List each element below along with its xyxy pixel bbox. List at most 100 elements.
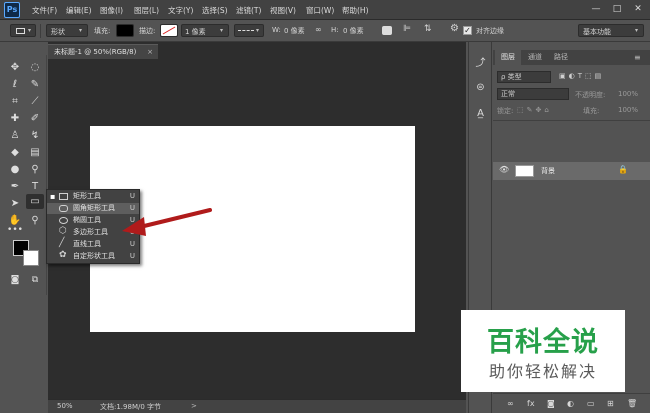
tab-channels[interactable]: 通道 (522, 50, 548, 65)
flyout-item-label: 矩形工具 (73, 192, 101, 200)
layer-row-background[interactable]: 👁 背景 🔒 (493, 162, 650, 180)
path-selection-tool-icon[interactable]: ➤ (6, 196, 24, 211)
minimize-button[interactable]: — (588, 2, 604, 16)
layer-style-icon[interactable]: fx (527, 399, 535, 408)
document-tab[interactable]: 未标题-1 @ 50%(RGB/8) × (48, 44, 158, 59)
quick-mask-icon[interactable]: ◙ (6, 273, 24, 288)
stroke-width-field[interactable]: 1 像素 ▾ (181, 24, 229, 37)
trash-icon[interactable]: 🗑 (627, 399, 637, 408)
status-menu-icon[interactable]: > (191, 402, 197, 410)
blend-mode-select[interactable]: 正常 (497, 88, 569, 100)
new-group-icon[interactable]: ▭ (587, 399, 595, 408)
adjustments-panel-icon[interactable]: ⊜ (472, 80, 489, 96)
path-operations-icon[interactable] (382, 26, 392, 35)
shape-tool-icon[interactable]: ▭ (26, 194, 44, 209)
zoom-tool-icon[interactable]: ⚲ (26, 213, 44, 228)
flyout-item-label: 多边形工具 (73, 228, 108, 236)
close-tab-icon[interactable]: × (147, 45, 153, 60)
menu-file[interactable]: 文件(F) (32, 5, 57, 16)
type-tool-icon[interactable]: T (26, 179, 44, 194)
blur-tool-icon[interactable]: ● (6, 162, 24, 177)
workspace-value: 基本功能 (583, 28, 611, 36)
flyout-item-rectangle[interactable]: ▪ 矩形工具 U (47, 191, 139, 202)
character-panel-icon[interactable]: A̲ (472, 106, 489, 122)
link-layers-icon[interactable]: ∞ (507, 399, 514, 408)
healing-brush-tool-icon[interactable]: ✚ (6, 111, 24, 126)
close-window-button[interactable]: ✕ (630, 2, 646, 16)
gradient-tool-icon[interactable]: ▤ (26, 145, 44, 160)
width-value[interactable]: 0 像素 (284, 26, 305, 36)
path-arrangement-icon[interactable]: ⇅ (424, 24, 432, 34)
crop-tool-icon[interactable]: ⌗ (6, 94, 24, 109)
history-brush-tool-icon[interactable]: ↯ (26, 128, 44, 143)
eraser-tool-icon[interactable]: ◆ (6, 145, 24, 160)
menu-image[interactable]: 图像(I) (100, 5, 123, 16)
gear-icon[interactable]: ⚙ (450, 23, 459, 34)
no-stroke-icon (162, 26, 176, 35)
new-layer-icon[interactable]: ⊞ (607, 399, 614, 408)
menu-select[interactable]: 选择(S) (202, 5, 228, 16)
lasso-tool-icon[interactable]: ℓ (6, 77, 24, 92)
chevron-down-icon: ▾ (256, 27, 260, 34)
align-edges-label: 对齐边缘 (476, 27, 504, 35)
width-label: W: (272, 26, 281, 34)
move-tool-icon[interactable]: ✥ (6, 60, 24, 75)
menu-window[interactable]: 窗口(W) (306, 5, 334, 16)
watermark-subtitle: 助你轻松解决 (488, 362, 597, 381)
shortcut-key: U (129, 240, 135, 248)
quick-select-tool-icon[interactable]: ✎ (26, 77, 44, 92)
fill-swatch[interactable] (116, 24, 134, 37)
status-bar: 50% 文档:1.98M/0 字节 > (48, 399, 466, 413)
flyout-item-label: 圆角矩形工具 (73, 204, 115, 212)
eyedropper-tool-icon[interactable]: ⟋ (26, 94, 44, 109)
lock-options-icons[interactable]: ⬚✎✥⌂ (517, 106, 552, 118)
tool-preset-picker[interactable]: ▾ (10, 24, 36, 37)
dodge-tool-icon[interactable]: ⚲ (26, 162, 44, 177)
history-panel-icon[interactable]: ⤴ (472, 56, 489, 72)
maximize-button[interactable]: □ (609, 2, 625, 16)
workspace-select[interactable]: 基本功能 ▾ (578, 24, 644, 37)
flyout-item-label: 直线工具 (73, 240, 101, 248)
adjustment-layer-icon[interactable]: ◐ (567, 399, 574, 408)
zoom-level[interactable]: 50% (57, 402, 73, 410)
tab-paths[interactable]: 路径 (548, 50, 574, 65)
screen-mode-icon[interactable]: ⧉ (26, 273, 44, 288)
layer-filter-icons[interactable]: ▣◐T⬚▤ (559, 72, 604, 84)
fill-value[interactable]: 100% (618, 106, 638, 118)
opacity-value[interactable]: 100% (618, 90, 638, 102)
flyout-item-line[interactable]: ╱ 直线工具 U (47, 239, 139, 250)
pen-tool-icon[interactable]: ✒ (6, 179, 24, 194)
stroke-swatch[interactable] (160, 24, 178, 37)
divider (493, 120, 650, 121)
mode-select[interactable]: 形状 ▾ (46, 24, 88, 37)
link-icon[interactable]: ∞ (315, 25, 322, 34)
brush-tool-icon[interactable]: ✐ (26, 111, 44, 126)
menu-help[interactable]: 帮助(H) (342, 5, 369, 16)
chevron-down-icon: ▾ (635, 27, 639, 34)
menu-layer[interactable]: 图层(L) (134, 5, 159, 16)
menu-view[interactable]: 视图(V) (270, 5, 296, 16)
more-tools-icon[interactable]: ••• (6, 223, 24, 238)
menu-filter[interactable]: 滤镜(T) (236, 5, 261, 16)
menu-edit[interactable]: 编辑(E) (66, 5, 92, 16)
align-edges-checkbox[interactable]: ✓ (463, 26, 472, 35)
layer-mask-icon[interactable]: ◙ (547, 399, 555, 408)
flyout-item-label: 椭圆工具 (73, 216, 101, 224)
path-alignment-icon[interactable]: ⊫ (403, 24, 411, 34)
menu-type[interactable]: 文字(Y) (168, 5, 193, 16)
layers-panel-footer: ∞ fx ◙ ◐ ▭ ⊞ 🗑 (493, 393, 650, 413)
clone-stamp-tool-icon[interactable]: ♙ (6, 128, 24, 143)
layer-kind-filter[interactable]: ρ 类型 (497, 71, 551, 83)
options-bar: ▾ 形状 ▾ 填充: 描边: 1 像素 ▾ ▾ W: 0 像素 ∞ H: 0 像… (0, 20, 650, 42)
stroke-type-select[interactable]: ▾ (234, 24, 264, 37)
blend-mode-value: 正常 (501, 90, 515, 98)
panel-menu-icon[interactable]: ≡ (634, 50, 641, 65)
height-value: 0 像素 (343, 27, 364, 35)
eye-icon[interactable]: 👁 (499, 165, 509, 174)
flyout-item-custom-shape[interactable]: ✿ 自定形状工具 U (47, 251, 139, 262)
tab-layers[interactable]: 图层 (495, 50, 521, 65)
watermark-title: 百科全说 (487, 327, 599, 358)
marquee-tool-icon[interactable]: ◌ (26, 60, 44, 75)
lock-label: 锁定: (497, 107, 514, 115)
background-color-swatch[interactable] (23, 250, 39, 266)
